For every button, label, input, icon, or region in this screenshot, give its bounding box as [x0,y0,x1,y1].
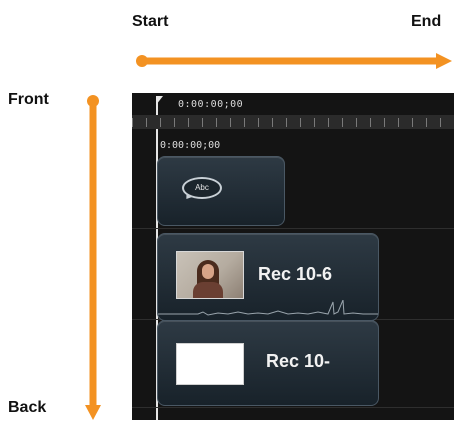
clip-label: Rec 10- [266,351,331,371]
audio-waveform [158,300,378,316]
speech-bubble-icon: Abc [182,177,222,199]
front-label: Front [8,91,49,108]
playhead-timecode: 0:00:00;00 [178,99,244,110]
track-divider [132,407,454,408]
track-divider [132,228,454,229]
ruler-timecode: 0:00:00;00 [160,140,221,151]
back-label: Back [8,399,47,416]
end-label: End [411,13,442,30]
start-label: Start [132,13,169,30]
person-body [193,282,223,298]
clip-thumbnail [176,251,244,299]
video-clip-rec-1[interactable]: Rec 10-6 [157,233,379,321]
vertical-arrow [85,95,101,420]
clip-thumbnail [176,343,244,385]
timeline-panel[interactable]: 0:00:00;00 0:00:00;00 Abc Rec 10-6 Rec 1… [132,93,454,420]
title-clip[interactable]: Abc [157,156,285,226]
video-clip-rec-2[interactable]: Rec 10- [157,320,379,406]
horizontal-arrow [136,53,452,69]
playhead-marker-icon[interactable] [156,96,163,105]
diagram-stage: Start End Front Back 0:00:00;00 0:00:00;… [0,0,454,427]
person-face [202,264,214,279]
clip-label: Rec 10-6 [258,264,333,284]
time-ruler[interactable] [132,115,454,129]
